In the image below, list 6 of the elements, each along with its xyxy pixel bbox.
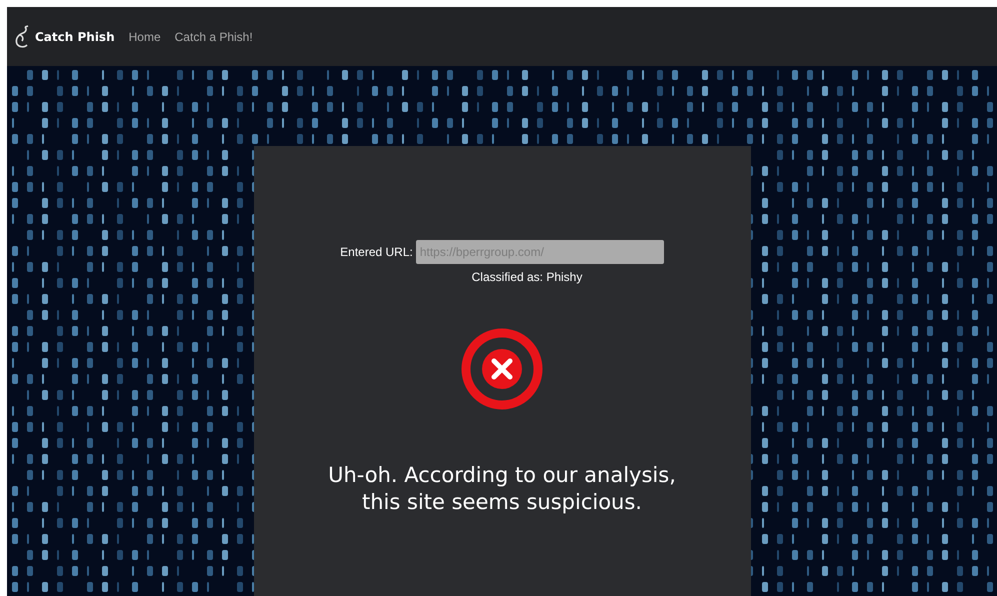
url-label: Entered URL: xyxy=(340,245,413,259)
nav-link[interactable]: Home xyxy=(128,30,161,44)
brand-link[interactable]: Catch Phish xyxy=(13,24,115,48)
result-message: Uh-oh. According to our analysis, this site seems suspicious. xyxy=(327,462,677,516)
nav-link[interactable]: Catch a Phish! xyxy=(174,30,253,44)
classification-text: Classified as: Phishy xyxy=(472,270,582,284)
